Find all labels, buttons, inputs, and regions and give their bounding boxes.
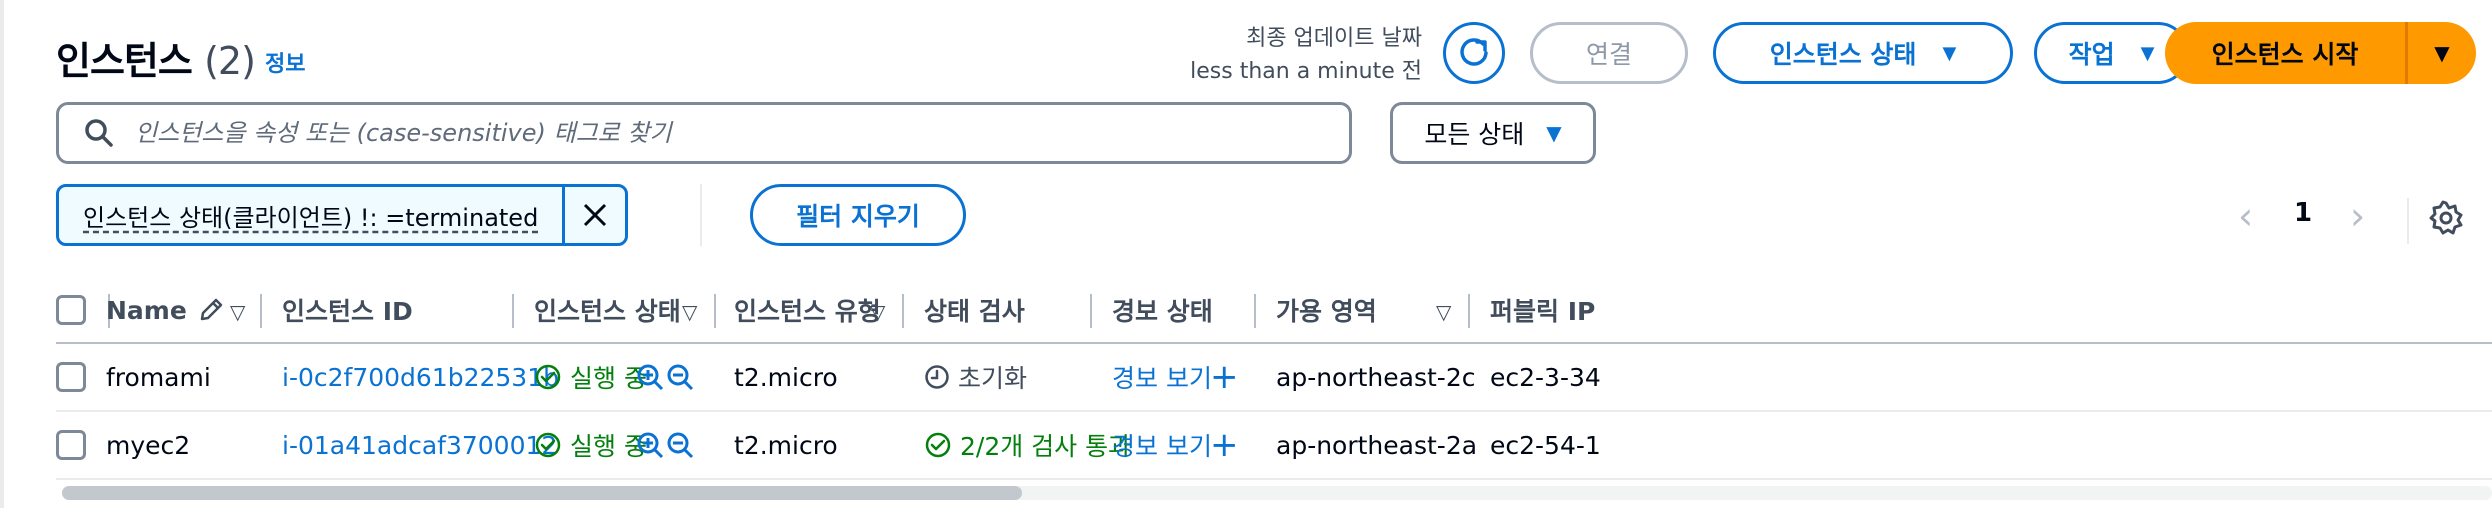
column-divider: [1090, 294, 1092, 328]
launch-dropdown-caret-icon[interactable]: ▼: [2408, 41, 2476, 65]
refresh-icon: [1460, 38, 1488, 66]
view-alarms-link[interactable]: 경보 보기: [1112, 344, 1212, 410]
left-border: [0, 0, 4, 508]
add-alarm-plus-icon[interactable]: +: [1210, 344, 1239, 410]
column-header-status-check[interactable]: 상태 검사: [924, 278, 1025, 342]
search-field[interactable]: [56, 102, 1352, 164]
pencil-icon: [200, 298, 223, 321]
last-updated-label: 최종 업데이트 날짜: [1246, 26, 1422, 51]
sort-caret-icon[interactable]: ▽: [230, 300, 245, 324]
instance-state-button[interactable]: 인스턴스 상태 ▼: [1713, 22, 2013, 84]
column-header-instance-type[interactable]: 인스턴스 유형: [734, 278, 881, 342]
filter-token-label[interactable]: 인스턴스 상태(클라이언트) !: =terminated: [59, 187, 562, 243]
row-checkbox[interactable]: [56, 344, 86, 410]
zoom-in-icon[interactable]: [636, 412, 664, 478]
instance-id-link[interactable]: i-01a41adcaf3700012: [282, 412, 557, 478]
divider: [2407, 198, 2409, 244]
clear-filters-label: 필터 지우기: [796, 202, 920, 231]
column-header-availability-zone[interactable]: 가용 영역: [1276, 278, 1377, 342]
instance-id-link[interactable]: i-0c2f700d61b22531b: [282, 344, 559, 410]
next-page-icon[interactable]: ›: [2350, 194, 2365, 238]
table-header-row: Name ▽ 인스턴스 ID 인스턴스 상태 ▽ 인스턴스 유형 ▽ 상태 검사…: [56, 278, 2492, 344]
state-filter-value: 모든 상태: [1424, 120, 1525, 149]
caret-down-icon: ▼: [1546, 121, 1562, 145]
zoom-out-icon[interactable]: [666, 412, 694, 478]
actions-button-label: 작업: [2068, 40, 2115, 69]
public-ip: ec2-54-1: [1490, 430, 1601, 460]
column-divider: [512, 294, 514, 328]
instance-type: t2.micro: [734, 362, 838, 392]
table-row[interactable]: myec2 i-01a41adcaf3700012 실행 중 t2.micro …: [56, 412, 2492, 480]
sort-caret-icon[interactable]: ▽: [1436, 300, 1451, 324]
caret-down-icon: ▼: [1942, 42, 1957, 64]
column-header-public-ip[interactable]: 퍼블릭 IP: [1490, 278, 1595, 342]
last-updated: 최종 업데이트 날짜 less than a minute 전: [1190, 22, 1422, 88]
add-alarm-plus-icon[interactable]: +: [1210, 412, 1239, 478]
column-divider: [1254, 294, 1256, 328]
public-ip: ec2-3-34: [1490, 362, 1601, 392]
check-circle-icon: [535, 432, 561, 458]
filter-token[interactable]: 인스턴스 상태(클라이언트) !: =terminated: [56, 184, 629, 246]
status-check: 2/2개 검사 통과: [924, 412, 1131, 478]
instance-state-button-label: 인스턴스 상태: [1769, 40, 1917, 69]
column-header-name-label: Name: [106, 295, 187, 325]
search-input[interactable]: [133, 118, 1287, 148]
previous-page-icon[interactable]: ‹: [2238, 194, 2253, 238]
zoom-in-icon[interactable]: [636, 344, 664, 410]
connect-button[interactable]: 연결: [1530, 22, 1688, 84]
column-divider: [714, 294, 716, 328]
status-check-label: 초기화: [958, 364, 1028, 393]
column-header-alarm-status[interactable]: 경보 상태: [1112, 278, 1213, 342]
state-filter-select[interactable]: 모든 상태 ▼: [1390, 102, 1596, 164]
column-divider: [902, 294, 904, 328]
sort-caret-icon[interactable]: ▽: [682, 300, 697, 324]
instance-state: 실행 중: [534, 344, 647, 410]
sort-caret-icon[interactable]: ▽: [870, 300, 885, 324]
instance-name: myec2: [106, 430, 191, 460]
column-header-name[interactable]: Name: [106, 278, 225, 342]
instance-type: t2.micro: [734, 430, 838, 460]
info-link[interactable]: 정보: [265, 46, 305, 78]
launch-instance-label[interactable]: 인스턴스 시작: [2165, 35, 2405, 71]
row-checkbox[interactable]: [56, 412, 86, 478]
gear-icon: [2429, 200, 2463, 235]
caret-down-icon: ▼: [2140, 42, 2155, 64]
close-icon: [584, 203, 607, 227]
zoom-out-icon[interactable]: [666, 344, 694, 410]
settings-button[interactable]: [2426, 198, 2466, 238]
instance-state: 실행 중: [534, 412, 647, 478]
column-divider: [260, 294, 262, 328]
last-updated-value: less than a minute 전: [1190, 59, 1422, 84]
column-header-instance-state[interactable]: 인스턴스 상태: [534, 278, 681, 342]
search-icon: [83, 117, 115, 149]
connect-button-label: 연결: [1585, 40, 1632, 69]
launch-instance-button[interactable]: 인스턴스 시작 ▼: [2165, 22, 2476, 84]
table-row[interactable]: fromami i-0c2f700d61b22531b 실행 중 t2.micr…: [56, 344, 2492, 412]
column-divider: [1468, 294, 1470, 328]
remove-filter-button[interactable]: [562, 187, 625, 243]
current-page[interactable]: 1: [2294, 198, 2312, 228]
clock-icon: [925, 365, 949, 389]
view-alarms-link[interactable]: 경보 보기: [1112, 412, 1212, 478]
instance-name: fromami: [106, 362, 211, 392]
availability-zone: ap-northeast-2c: [1276, 362, 1476, 392]
availability-zone: ap-northeast-2a: [1276, 430, 1478, 460]
column-header-instance-id[interactable]: 인스턴스 ID: [282, 278, 413, 342]
clear-filters-button[interactable]: 필터 지우기: [750, 184, 966, 246]
check-circle-icon: [535, 364, 561, 390]
instance-count: (2): [204, 39, 256, 83]
horizontal-scrollbar[interactable]: [62, 486, 1022, 500]
status-check: 초기화: [924, 344, 1027, 410]
status-check-label: 2/2개 검사 통과: [960, 432, 1132, 461]
instances-table: Name ▽ 인스턴스 ID 인스턴스 상태 ▽ 인스턴스 유형 ▽ 상태 검사…: [56, 278, 2492, 480]
check-circle-icon: [925, 432, 951, 458]
page-title: 인스턴스 (2): [56, 30, 256, 85]
refresh-button[interactable]: [1443, 22, 1505, 84]
select-all-checkbox[interactable]: [56, 278, 86, 342]
page-title-text: 인스턴스: [56, 39, 193, 83]
divider: [700, 184, 702, 246]
